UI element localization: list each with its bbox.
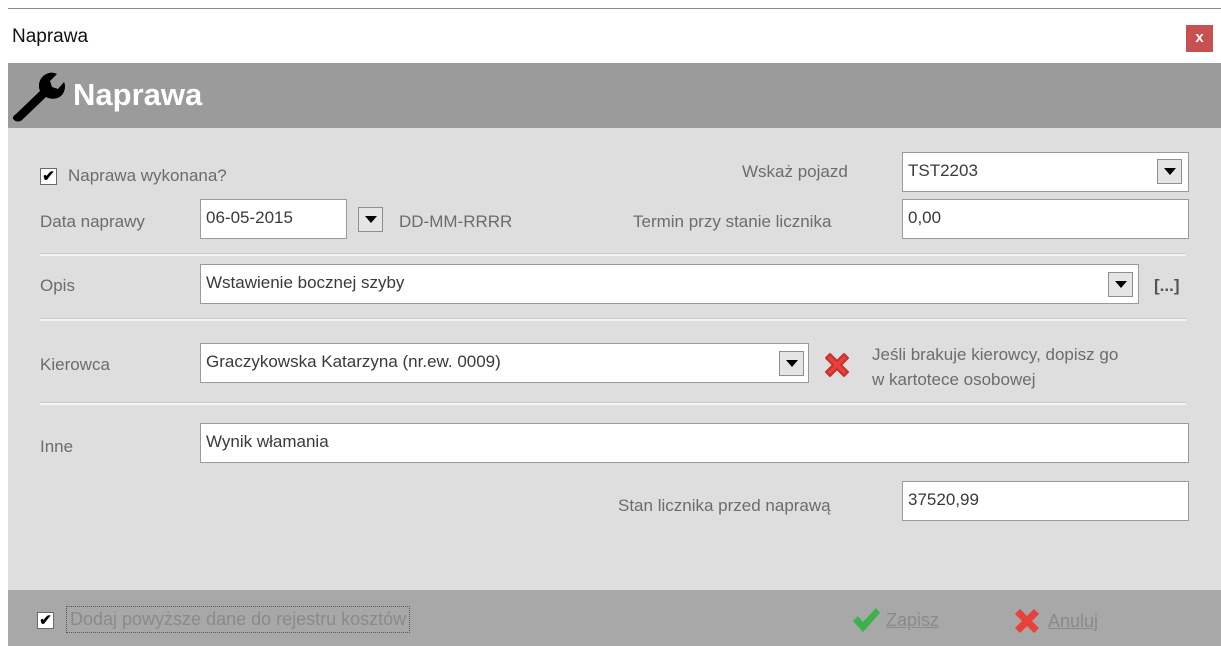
checkmark-icon xyxy=(853,608,880,632)
more-button[interactable]: [...] xyxy=(1154,276,1180,296)
save-label: Zapisz xyxy=(886,609,940,630)
cancel-label: Anuluj xyxy=(1048,610,1099,631)
clear-driver-icon[interactable] xyxy=(820,348,854,382)
repair-date-input[interactable]: 06-05-2015 xyxy=(200,199,347,239)
date-format-hint: DD-MM-RRRR xyxy=(399,212,513,231)
description-dropdown-button[interactable] xyxy=(1108,272,1133,297)
driver-hint-line1: Jeśli brakuje kierowcy, dopisz go xyxy=(872,345,1119,364)
description-value: Wstawienie bocznej szyby xyxy=(206,273,405,292)
odometer-before-value: 37520,99 xyxy=(908,490,979,509)
description-label: Opis xyxy=(40,276,75,295)
save-button[interactable]: Zapisz xyxy=(850,604,939,636)
title-bar xyxy=(8,9,1221,63)
cost-register-label[interactable]: Dodaj powyższe dane do rejestru kosztów xyxy=(66,606,411,633)
separator xyxy=(40,253,1186,256)
cancel-button[interactable]: Anuluj xyxy=(1010,604,1098,638)
driver-hint: Jeśli brakuje kierowcy, dopisz go w kart… xyxy=(872,342,1118,392)
vehicle-dropdown-button[interactable] xyxy=(1157,159,1182,184)
wrench-icon xyxy=(12,72,66,122)
driver-hint-line2: w kartotece osobowej xyxy=(872,370,1036,389)
driver-dropdown-button[interactable] xyxy=(779,351,804,376)
driver-value: Graczykowska Katarzyna (nr.ew. 0009) xyxy=(206,352,501,371)
vehicle-value: TST2203 xyxy=(908,161,978,180)
odometer-due-value: 0,00 xyxy=(908,208,942,227)
done-checkbox-label: Naprawa wykonana? xyxy=(68,166,227,185)
window-title: Naprawa xyxy=(12,26,89,47)
vehicle-select[interactable]: TST2203 xyxy=(902,152,1189,192)
separator xyxy=(40,318,1186,321)
odometer-due-input[interactable]: 0,00 xyxy=(902,199,1189,239)
other-value: Wynik włamania xyxy=(206,432,329,451)
other-input[interactable]: Wynik włamania xyxy=(200,423,1189,463)
odometer-before-input[interactable]: 37520,99 xyxy=(902,481,1189,521)
close-icon xyxy=(1015,609,1039,633)
date-picker-button[interactable] xyxy=(358,207,383,232)
driver-select[interactable]: Graczykowska Katarzyna (nr.ew. 0009) xyxy=(200,343,809,383)
repair-date-label: Data naprawy xyxy=(40,212,145,231)
description-select[interactable]: Wstawienie bocznej szyby xyxy=(200,264,1139,304)
chevron-down-icon xyxy=(1163,168,1176,175)
chevron-down-icon xyxy=(1114,281,1127,288)
chevron-down-icon xyxy=(364,216,377,223)
chevron-down-icon xyxy=(785,360,798,367)
close-button[interactable]: x xyxy=(1186,25,1213,52)
other-label: Inne xyxy=(40,437,74,456)
page-title: Naprawa xyxy=(73,77,203,112)
done-checkbox[interactable]: ✔ xyxy=(40,168,57,185)
cost-register-checkbox[interactable]: ✔ xyxy=(37,612,54,629)
vehicle-label: Wskaż pojazd xyxy=(742,162,848,181)
odometer-before-label: Stan licznika przed naprawą xyxy=(618,496,831,515)
repair-date-value: 06-05-2015 xyxy=(206,208,293,227)
odometer-due-label: Termin przy stanie licznika xyxy=(633,212,832,231)
driver-label: Kierowca xyxy=(40,355,110,374)
separator xyxy=(40,402,1186,405)
